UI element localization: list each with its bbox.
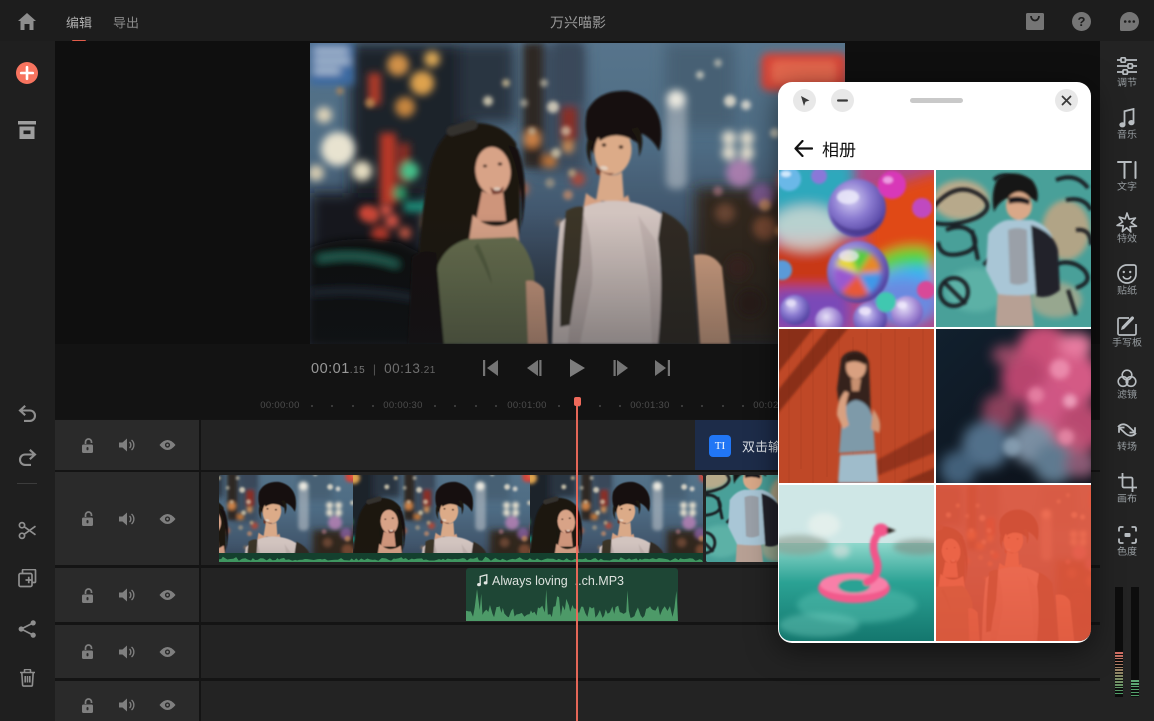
svg-text:?: ? bbox=[1078, 14, 1086, 29]
